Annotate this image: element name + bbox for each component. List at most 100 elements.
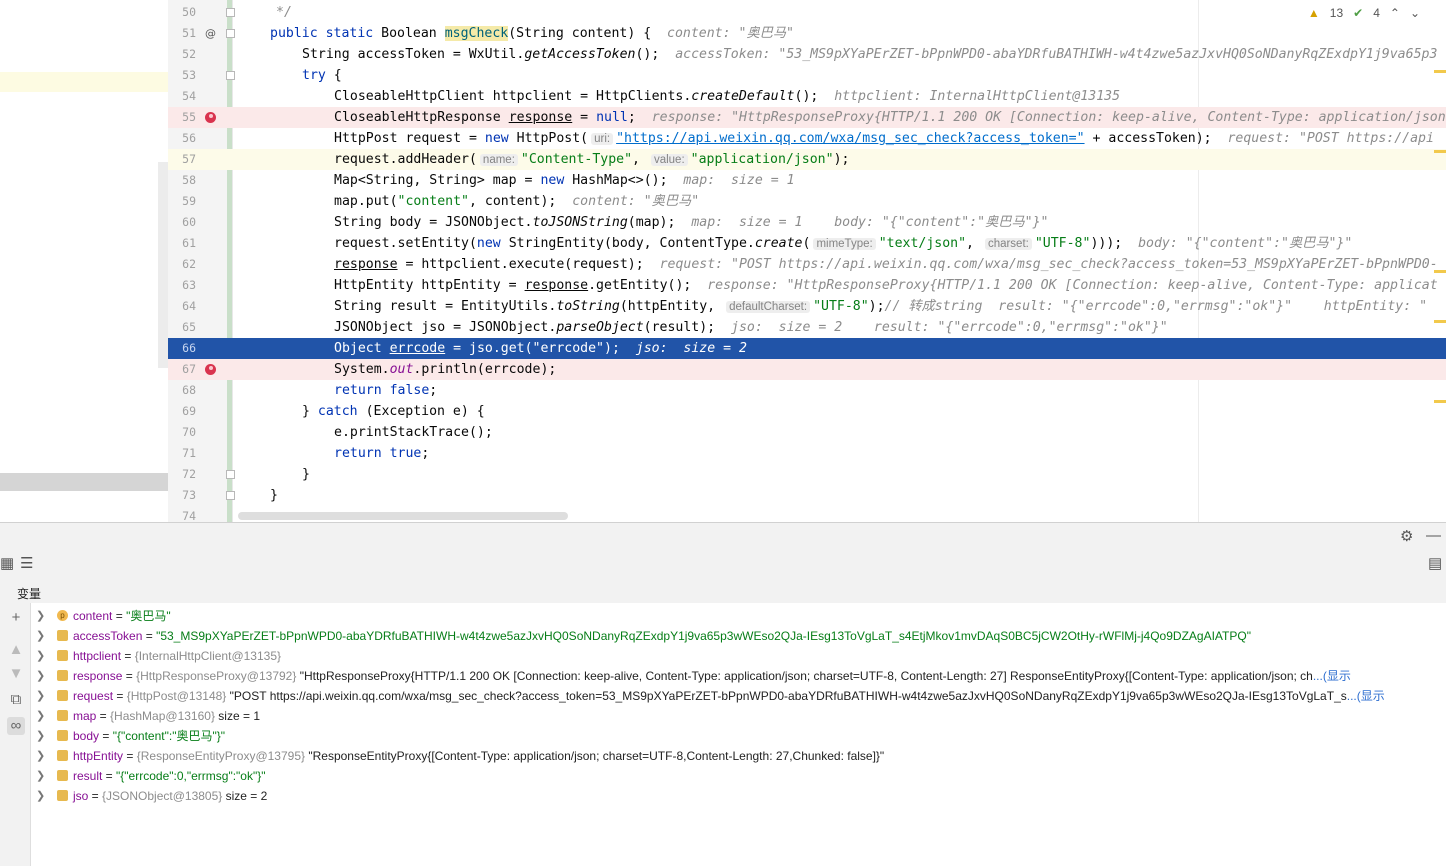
variable-row[interactable]: ❯ request = {HttpPost@13148} "POST https:… [30, 686, 1446, 706]
code-line[interactable]: 59 map.put("content", content); content:… [168, 191, 1446, 212]
project-panel [0, 0, 169, 520]
variable-row[interactable]: ❯ p content = "奥巴马" [30, 606, 1446, 626]
warning-marker[interactable] [1434, 270, 1446, 273]
inline-debug-value: content: "奥巴马" [572, 194, 700, 209]
parameter-hint: uri: [591, 133, 614, 145]
expand-chevron-icon[interactable]: ❯ [36, 766, 45, 786]
expand-chevron-icon[interactable]: ❯ [36, 746, 45, 766]
editor-error-stripe[interactable] [1434, 40, 1446, 420]
line-number: 53 [182, 68, 196, 82]
line-number: 57 [182, 152, 196, 166]
variable-row[interactable]: ❯ jso = {JSONObject@13805} size = 2 [30, 786, 1446, 806]
code-line-execution-point[interactable]: 66 Object errcode = jso.get("errcode"); … [168, 338, 1446, 359]
parameter-hint: mimeType: [813, 238, 876, 250]
variable-value: size = 1 [214, 709, 260, 723]
warning-marker[interactable] [1434, 320, 1446, 323]
variable-row[interactable]: ❯ httpclient = {InternalHttpClient@13135} [30, 646, 1446, 666]
code-line[interactable]: 60 String body = JSONObject.toJSONString… [168, 212, 1446, 233]
project-selected-row[interactable] [0, 72, 168, 92]
move-down-icon[interactable]: ▼ [7, 665, 25, 683]
url-link[interactable]: "https://api.weixin.qq.com/wxa/msg_sec_c… [616, 131, 1084, 146]
code-line[interactable]: 56 HttpPost request = new HttpPost(uri: "… [168, 128, 1446, 149]
variable-row[interactable]: ❯ map = {HashMap@13160} size = 1 [30, 706, 1446, 726]
add-icon[interactable]: + [7, 609, 25, 627]
code-line-current[interactable]: 57 request.addHeader(name: "Content-Type"… [168, 149, 1446, 170]
code-line[interactable]: 65 JSONObject jso = JSONObject.parseObje… [168, 317, 1446, 338]
show-more-link[interactable]: ...(显示 [1313, 669, 1351, 683]
fold-icon[interactable] [226, 29, 235, 38]
editor-horizontal-scrollbar[interactable] [238, 512, 568, 520]
variables-tree[interactable]: ❯ p content = "奥巴马" ❯ accessToken = "53_MS9p… [30, 606, 1446, 806]
code-line-breakpoint[interactable]: 55 CloseableHttpResponse response = null… [168, 107, 1446, 128]
breakpoint-icon[interactable] [205, 112, 216, 123]
copy-icon[interactable]: ⧉ [7, 691, 25, 709]
move-up-icon[interactable]: ▲ [7, 641, 25, 659]
code-line[interactable]: 54 CloseableHttpClient httpclient = Http… [168, 86, 1446, 107]
code-line[interactable]: 63 HttpEntity httpEntity = response.getE… [168, 275, 1446, 296]
expand-chevron-icon[interactable]: ❯ [36, 646, 45, 666]
code-line[interactable]: 62 response = httpclient.execute(request… [168, 254, 1446, 275]
variable-row[interactable]: ❯ httpEntity = {ResponseEntityProxy@13795… [30, 746, 1446, 766]
code-line[interactable]: 73 } [168, 485, 1446, 506]
fold-icon[interactable] [226, 8, 235, 17]
line-number: 51 [182, 26, 196, 40]
code-line[interactable]: 53 try { [168, 65, 1446, 86]
variable-name: result [73, 769, 103, 783]
expand-chevron-icon[interactable]: ❯ [36, 706, 45, 726]
project-scrollbar[interactable] [158, 162, 168, 368]
override-icon[interactable]: @ [205, 23, 216, 44]
code-line[interactable]: 51 @ public static Boolean msgCheck(Stri… [168, 23, 1446, 44]
variables-tab-title[interactable]: 变量 [17, 585, 41, 602]
fold-icon[interactable] [226, 470, 235, 479]
expand-chevron-icon[interactable]: ❯ [36, 786, 45, 806]
expand-chevron-icon[interactable]: ❯ [36, 686, 45, 706]
expand-chevron-icon[interactable]: ❯ [36, 726, 45, 746]
inline-debug-value: httpclient: InternalHttpClient@13135 [834, 89, 1121, 104]
variable-value: "POST https://api.weixin.qq.com/wxa/msg_… [226, 689, 1347, 703]
expand-chevron-icon[interactable]: ❯ [36, 666, 45, 686]
fold-icon[interactable] [226, 491, 235, 500]
parameter-hint: value: [650, 154, 688, 166]
debug-tool-window: ⚙ — ▦ ☰ ▤ 变量 + ▲ ▼ ⧉ ∞ ❯ p content = "奥巴马"… [0, 522, 1446, 866]
table-layout-icon[interactable]: ▦ [0, 555, 14, 573]
warning-marker[interactable] [1434, 150, 1446, 153]
gear-icon[interactable]: ⚙ [1400, 528, 1413, 546]
variable-type: {ResponseEntityProxy@13795} [136, 749, 306, 763]
breakpoint-icon[interactable] [205, 364, 216, 375]
variable-row[interactable]: ❯ body = "{"content":"奥巴马"}" [30, 726, 1446, 746]
code-line[interactable]: 72 } [168, 464, 1446, 485]
inline-debug-value: jso: size = 2 result: "{"errcode":0,"err… [731, 320, 1168, 335]
inline-debug-value: map: size = 1 [683, 173, 795, 188]
variable-value: "{"content":"奥巴马"}" [112, 729, 225, 743]
expand-chevron-icon[interactable]: ❯ [36, 606, 45, 626]
expand-chevron-icon[interactable]: ❯ [36, 626, 45, 646]
code-line[interactable]: 68 return false; [168, 380, 1446, 401]
code-line[interactable]: 58 Map<String, String> map = new HashMap… [168, 170, 1446, 191]
code-editor[interactable]: ▲ 13 ✔ 4 ⌃ ⌄ 50 */ 51 @ public static Bool… [168, 0, 1446, 522]
code-line[interactable]: 50 */ [168, 2, 1446, 23]
code-line[interactable]: 64 String result = EntityUtils.toString(… [168, 296, 1446, 317]
debug-header: ⚙ — [0, 523, 1446, 552]
code-line[interactable]: 69 } catch (Exception e) { [168, 401, 1446, 422]
variable-text: response = {HttpResponseProxy@13792} "Ht… [73, 669, 1351, 683]
glasses-icon[interactable]: ∞ [7, 717, 25, 735]
warning-marker[interactable] [1434, 70, 1446, 73]
code-line[interactable]: 61 request.setEntity(new StringEntity(bo… [168, 233, 1446, 254]
minimize-icon[interactable]: — [1426, 527, 1441, 545]
panel-layout-icon[interactable]: ▤ [1428, 555, 1442, 573]
variable-text: result = "{"errcode":0,"errmsg":"ok"}" [73, 769, 266, 783]
fold-icon[interactable] [226, 71, 235, 80]
code-line[interactable]: 52 String accessToken = WxUtil.getAccess… [168, 44, 1446, 65]
variable-row[interactable]: ❯ accessToken = "53_MS9pXYaPErZET-bPpnWPD… [30, 626, 1446, 646]
code-line[interactable]: 71 return true; [168, 443, 1446, 464]
code-line-breakpoint[interactable]: 67 System.out.println(errcode); [168, 359, 1446, 380]
warning-marker[interactable] [1434, 400, 1446, 403]
project-horizontal-scrollbar[interactable] [0, 473, 168, 491]
list-layout-icon[interactable]: ☰ [20, 555, 33, 573]
variable-row[interactable]: ❯ result = "{"errcode":0,"errmsg":"ok"}" [30, 766, 1446, 786]
variable-row[interactable]: ❯ response = {HttpResponseProxy@13792} "H… [30, 666, 1446, 686]
line-number: 65 [182, 320, 196, 334]
show-more-link[interactable]: ...(显示 [1347, 689, 1385, 703]
variable-text: accessToken = "53_MS9pXYaPErZET-bPpnWPD0… [73, 629, 1251, 643]
code-line[interactable]: 70 e.printStackTrace(); [168, 422, 1446, 443]
